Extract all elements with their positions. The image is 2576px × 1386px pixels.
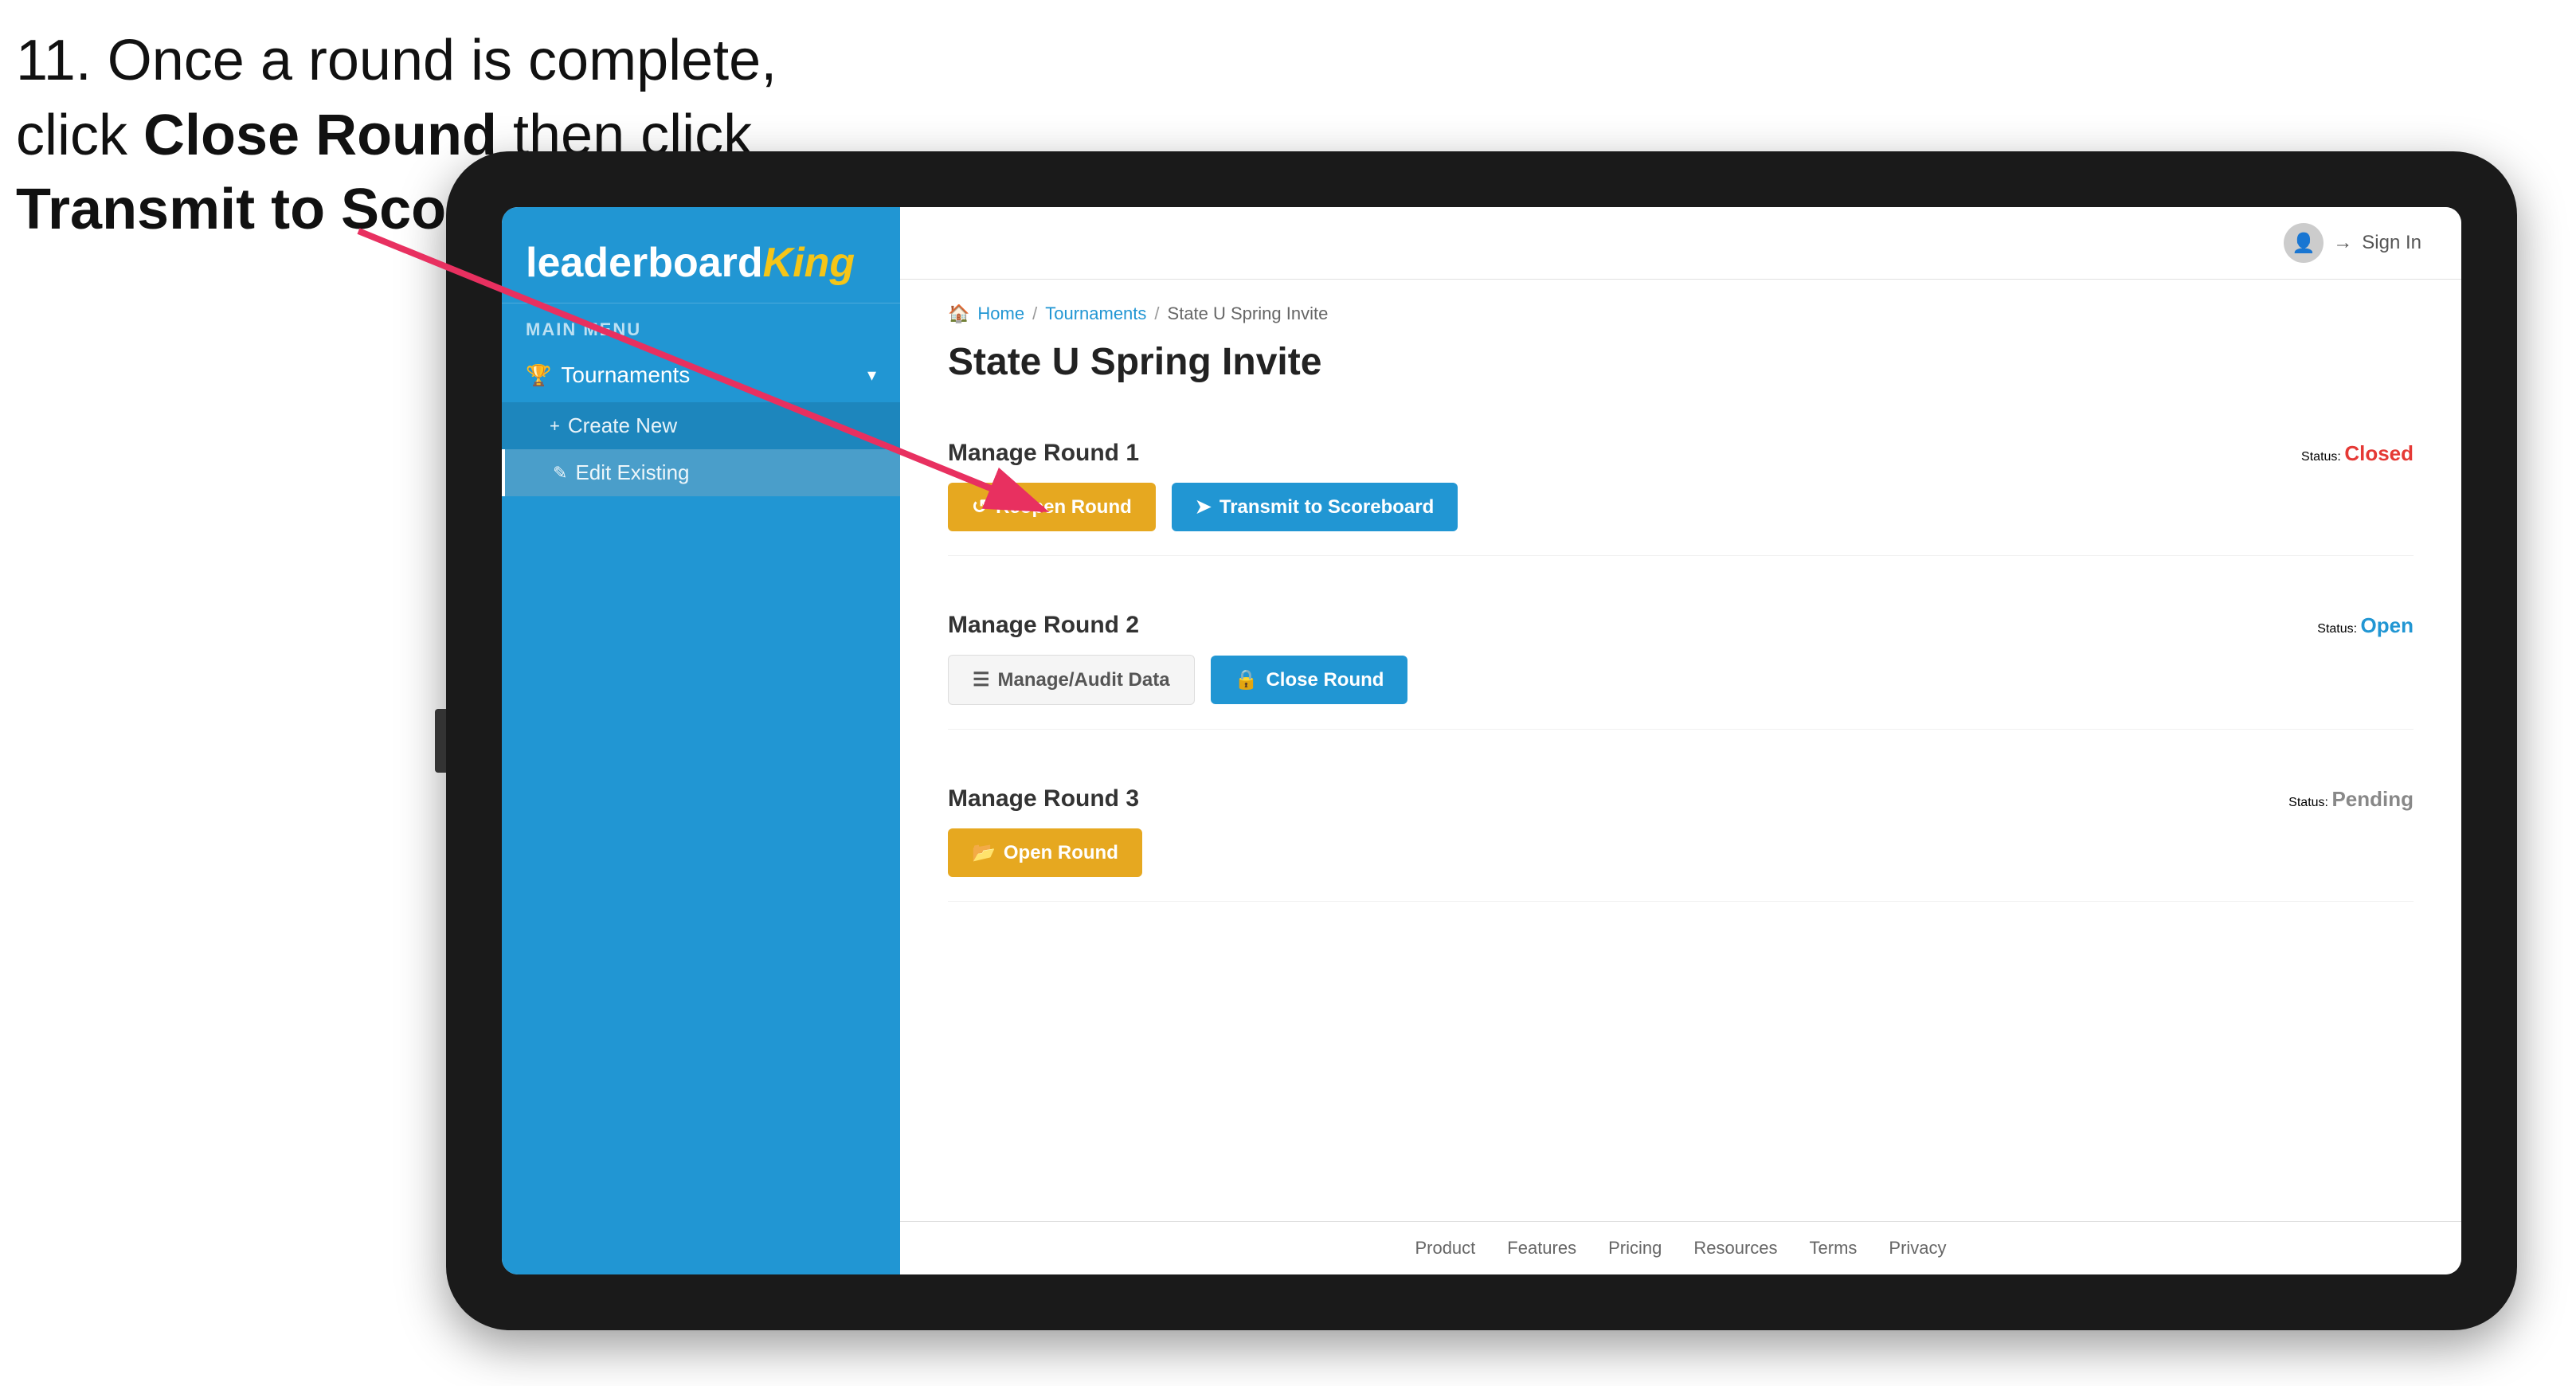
logo-leaderboard: leaderboard bbox=[526, 240, 763, 286]
round-1-status-value: Closed bbox=[2344, 441, 2414, 465]
avatar: 👤 bbox=[2284, 223, 2323, 263]
open-round-label: Open Round bbox=[1004, 842, 1118, 864]
sidebar-item-edit-existing[interactable]: ✎ Edit Existing bbox=[502, 449, 900, 496]
round-1-status: Status: Closed bbox=[2301, 441, 2414, 466]
round-2-section: Manage Round 2 Status: Open ☰ Manage/Aud… bbox=[948, 588, 2414, 730]
round-3-status-value: Pending bbox=[2331, 787, 2414, 811]
reopen-round-label: Reopen Round bbox=[996, 496, 1132, 519]
sidebar-item-create-new[interactable]: + Create New bbox=[502, 402, 900, 449]
tablet-frame: leaderboardKing MAIN MENU 🏆 Tournaments … bbox=[446, 151, 2517, 1330]
footer-privacy[interactable]: Privacy bbox=[1889, 1238, 1946, 1259]
round-2-title: Manage Round 2 bbox=[948, 612, 1139, 639]
tablet-side-button bbox=[435, 709, 446, 773]
round-1-header: Manage Round 1 Status: Closed bbox=[948, 440, 2414, 467]
round-3-status: Status: Pending bbox=[2288, 787, 2414, 812]
content-area: 🏠 Home / Tournaments / State U Spring In… bbox=[900, 280, 2461, 1221]
round-3-actions: 📂 Open Round bbox=[948, 828, 2414, 877]
home-icon: 🏠 bbox=[948, 303, 969, 324]
breadcrumb-tournaments[interactable]: Tournaments bbox=[1045, 303, 1146, 324]
round-1-actions: ↺ Reopen Round ➤ Transmit to Scoreboard bbox=[948, 483, 2414, 531]
sidebar-tournaments-label: Tournaments bbox=[561, 362, 690, 388]
trophy-icon: 🏆 bbox=[526, 363, 551, 388]
logo-area: leaderboardKing bbox=[502, 207, 900, 303]
top-bar: 👤 → Sign In bbox=[900, 207, 2461, 280]
reopen-icon: ↺ bbox=[972, 495, 988, 519]
breadcrumb-sep2: / bbox=[1154, 303, 1159, 324]
main-content: 👤 → Sign In 🏠 Home / Tournaments / State bbox=[900, 207, 2461, 1274]
round-3-status-label: Status: bbox=[2288, 796, 2328, 809]
edit-icon: ✎ bbox=[553, 463, 567, 484]
transmit-icon: ➤ bbox=[1196, 495, 1212, 519]
round-1-title: Manage Round 1 bbox=[948, 440, 1139, 467]
manage-audit-label: Manage/Audit Data bbox=[998, 669, 1170, 691]
transmit-scoreboard-label: Transmit to Scoreboard bbox=[1219, 496, 1434, 519]
chevron-down-icon: ▾ bbox=[867, 365, 876, 386]
logo: leaderboardKing bbox=[526, 239, 876, 287]
logo-king: King bbox=[763, 240, 855, 286]
sidebar: leaderboardKing MAIN MENU 🏆 Tournaments … bbox=[502, 207, 900, 1274]
lock-icon: 🔒 bbox=[1235, 668, 1259, 691]
footer-terms[interactable]: Terms bbox=[1810, 1238, 1858, 1259]
create-new-label: Create New bbox=[568, 413, 677, 438]
footer-features[interactable]: Features bbox=[1507, 1238, 1576, 1259]
breadcrumb-sep1: / bbox=[1032, 303, 1037, 324]
footer: Product Features Pricing Resources Terms… bbox=[900, 1221, 2461, 1274]
breadcrumb: 🏠 Home / Tournaments / State U Spring In… bbox=[948, 303, 2414, 324]
tablet-screen: leaderboardKing MAIN MENU 🏆 Tournaments … bbox=[502, 207, 2461, 1274]
round-2-actions: ☰ Manage/Audit Data 🔒 Close Round bbox=[948, 655, 2414, 705]
manage-audit-button[interactable]: ☰ Manage/Audit Data bbox=[948, 655, 1195, 705]
round-2-status: Status: Open bbox=[2317, 613, 2414, 638]
footer-pricing[interactable]: Pricing bbox=[1608, 1238, 1662, 1259]
footer-resources[interactable]: Resources bbox=[1693, 1238, 1777, 1259]
breadcrumb-current: State U Spring Invite bbox=[1168, 303, 1329, 324]
breadcrumb-home[interactable]: Home bbox=[977, 303, 1024, 324]
round-3-section: Manage Round 3 Status: Pending 📂 Open Ro… bbox=[948, 762, 2414, 902]
close-round-label: Close Round bbox=[1266, 669, 1384, 691]
round-3-title: Manage Round 3 bbox=[948, 785, 1139, 812]
sidebar-submenu: + Create New ✎ Edit Existing bbox=[502, 402, 900, 496]
audit-icon: ☰ bbox=[973, 668, 990, 691]
round-2-status-value: Open bbox=[2361, 613, 2414, 637]
reopen-round-button[interactable]: ↺ Reopen Round bbox=[948, 483, 1156, 531]
main-menu-label: MAIN MENU bbox=[502, 303, 900, 348]
close-round-button[interactable]: 🔒 Close Round bbox=[1211, 656, 1408, 704]
sign-in-arrow-icon: → bbox=[2333, 232, 2352, 254]
instruction-line1: 11. Once a round is complete, bbox=[16, 24, 777, 99]
round-1-status-label: Status: bbox=[2301, 450, 2341, 464]
edit-existing-label: Edit Existing bbox=[575, 460, 689, 485]
app-container: leaderboardKing MAIN MENU 🏆 Tournaments … bbox=[502, 207, 2461, 1274]
round-3-header: Manage Round 3 Status: Pending bbox=[948, 785, 2414, 812]
sign-in-area[interactable]: 👤 → Sign In bbox=[2284, 223, 2421, 263]
open-icon: 📂 bbox=[972, 841, 996, 864]
transmit-to-scoreboard-button[interactable]: ➤ Transmit to Scoreboard bbox=[1172, 483, 1458, 531]
footer-product[interactable]: Product bbox=[1415, 1238, 1475, 1259]
sidebar-item-tournaments[interactable]: 🏆 Tournaments ▾ bbox=[502, 348, 900, 402]
plus-icon: + bbox=[550, 416, 560, 437]
round-2-header: Manage Round 2 Status: Open bbox=[948, 612, 2414, 639]
page-title: State U Spring Invite bbox=[948, 340, 2414, 384]
open-round-button[interactable]: 📂 Open Round bbox=[948, 828, 1142, 877]
sign-in-label: Sign In bbox=[2362, 232, 2421, 254]
round-1-section: Manage Round 1 Status: Closed ↺ Reopen R… bbox=[948, 416, 2414, 556]
round-2-status-label: Status: bbox=[2317, 622, 2357, 636]
